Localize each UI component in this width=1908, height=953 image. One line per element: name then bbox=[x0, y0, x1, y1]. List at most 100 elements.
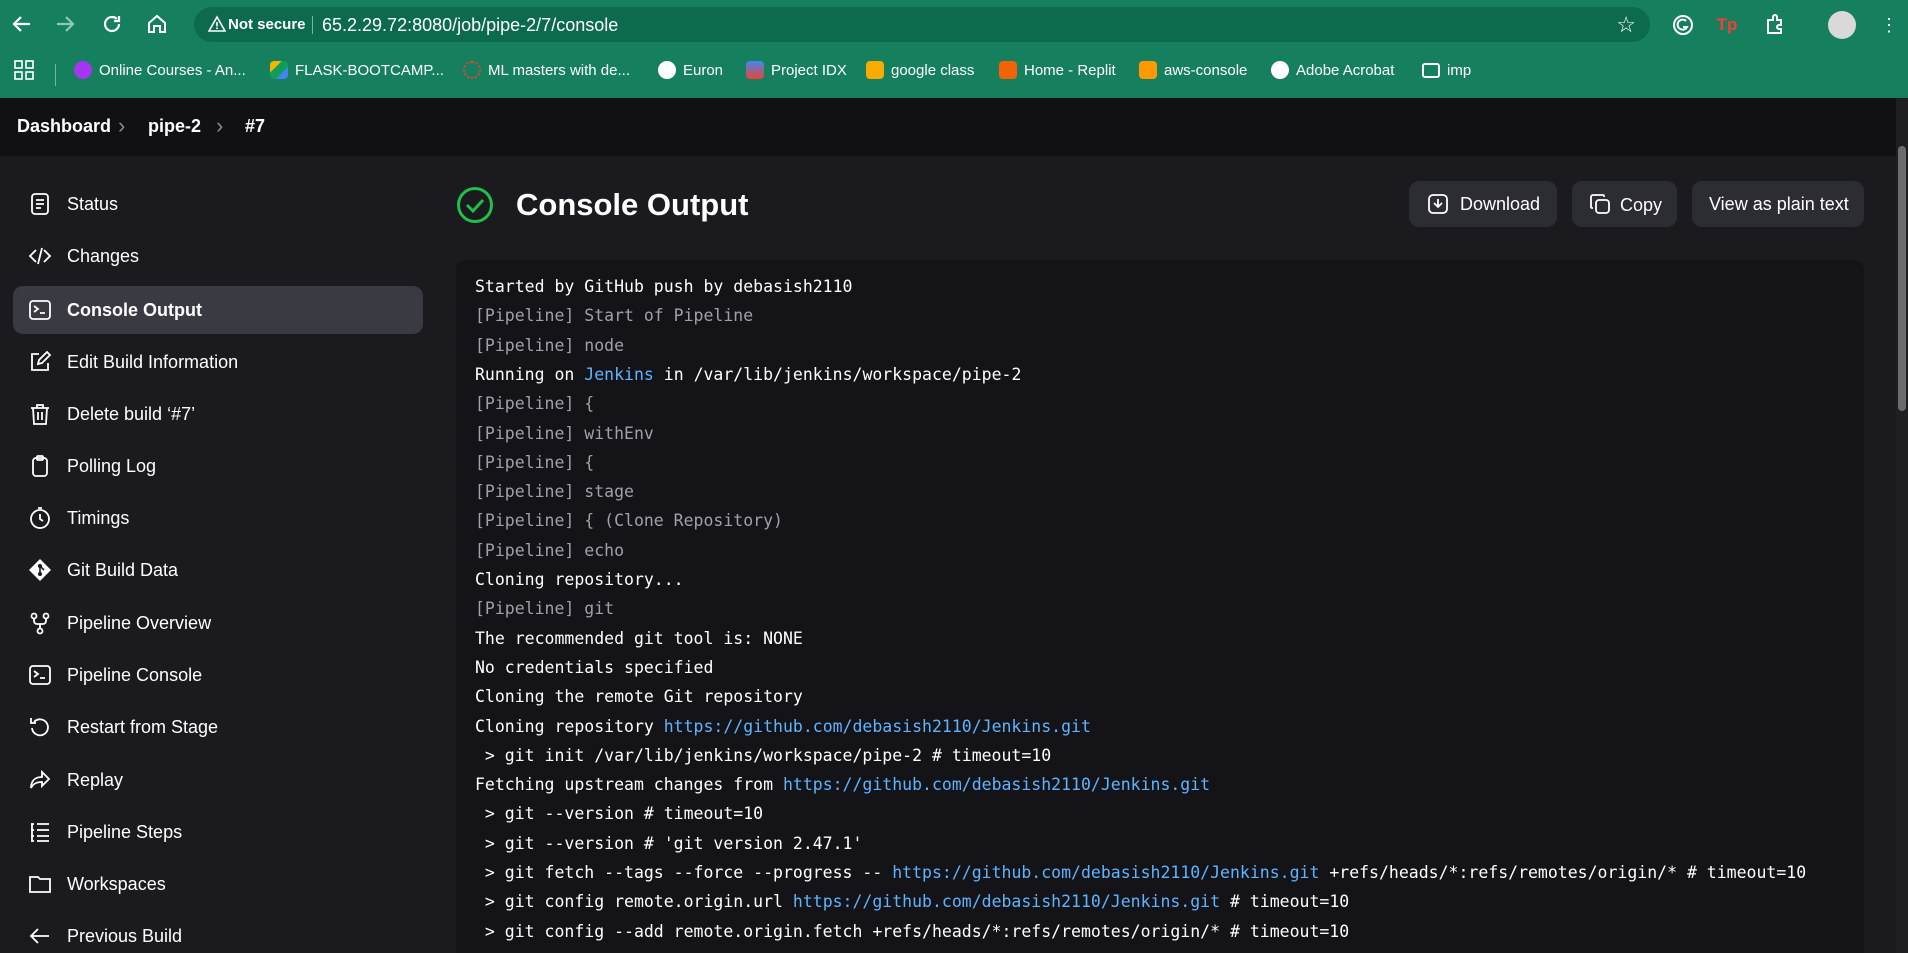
sidebar-item-label: Restart from Stage bbox=[67, 717, 219, 737]
console-line: [Pipeline] withEnv bbox=[475, 424, 654, 446]
console-text: Cloning repository... bbox=[475, 570, 684, 589]
console-text: [Pipeline] { (Clone Repository) bbox=[475, 511, 783, 531]
profile-avatar[interactable] bbox=[1828, 11, 1856, 39]
bookmark-label: Online Courses - An... bbox=[99, 61, 246, 79]
console-line: [Pipeline] git bbox=[475, 599, 614, 621]
reload-icon[interactable] bbox=[100, 12, 124, 36]
bookmark-label: Adobe Acrobat bbox=[1296, 61, 1395, 79]
sidebar-item-git-build-data[interactable]: Git Build Data bbox=[13, 546, 423, 594]
download-label: Download bbox=[1460, 194, 1541, 214]
extensions-puzzle-icon[interactable] bbox=[1762, 12, 1788, 38]
replay-icon bbox=[30, 769, 51, 789]
breadcrumb-job[interactable]: pipe-2 bbox=[148, 116, 201, 137]
console-line: > git config remote.origin.url https://g… bbox=[475, 892, 1349, 914]
url-text[interactable]: 65.2.29.72:8080/job/pipe-2/7/console bbox=[322, 15, 618, 36]
sidebar-item-pipeline-overview[interactable]: Pipeline Overview bbox=[13, 599, 423, 647]
console-line: Running on Jenkins in /var/lib/jenkins/w… bbox=[475, 365, 1021, 387]
console-line: > git config --add remote.origin.fetch +… bbox=[475, 922, 1349, 944]
sidebar-item-pipeline-steps[interactable]: Pipeline Steps bbox=[13, 808, 423, 856]
star-icon[interactable]: ☆ bbox=[1616, 12, 1636, 38]
divider bbox=[312, 16, 313, 34]
breadcrumb-dashboard[interactable]: Dashboard bbox=[17, 116, 111, 137]
console-text: Cloning the remote Git repository bbox=[475, 687, 803, 707]
sidebar-item-pipeline-console[interactable]: Pipeline Console bbox=[13, 651, 423, 699]
folder-icon bbox=[29, 876, 51, 893]
console-line: [Pipeline] { bbox=[475, 394, 594, 416]
console-text: [Pipeline] echo bbox=[475, 540, 625, 560]
console-link[interactable]: https://github.com/debasish2110/Jenkins.… bbox=[783, 775, 1210, 794]
sidebar-item-status[interactable]: Status bbox=[13, 180, 423, 228]
bookmark-adobe-acrobat[interactable]: Adobe Acrobat bbox=[1271, 58, 1394, 82]
chevron-right-icon: › bbox=[118, 113, 126, 138]
sidebar-item-console-output[interactable]: Console Output bbox=[13, 286, 423, 334]
security-label[interactable]: Not secure bbox=[228, 16, 306, 33]
browser-nav-bar: Not secure 65.2.29.72:8080/job/pipe-2/7/… bbox=[0, 0, 1908, 48]
forward-arrow-icon[interactable] bbox=[53, 12, 77, 36]
terminal-icon bbox=[29, 665, 51, 685]
sidebar-item-label: Timings bbox=[67, 508, 130, 528]
console-text: The recommended git tool is: NONE bbox=[475, 628, 803, 648]
bookmark-flask-bootcamp[interactable]: FLASK-BOOTCAMP... bbox=[270, 58, 444, 82]
bookmark-folder-imp[interactable]: imp bbox=[1422, 58, 1471, 82]
sidebar-item-delete-build[interactable]: Delete build ‘#7’ bbox=[13, 390, 423, 438]
console-link[interactable]: https://github.com/debasish2110/Jenkins.… bbox=[793, 892, 1220, 911]
sidebar-item-label: Edit Build Information bbox=[67, 352, 239, 372]
chevron-right-icon: › bbox=[216, 113, 224, 138]
console-text: [Pipeline] withEnv bbox=[475, 423, 654, 443]
divider bbox=[55, 64, 56, 86]
menu-icon[interactable]: ⋮ bbox=[1876, 12, 1902, 38]
copy-button[interactable]: Copy bbox=[1572, 181, 1677, 227]
download-button[interactable]: Download bbox=[1409, 181, 1557, 227]
sidebar-item-edit-build-information[interactable]: Edit Build Information bbox=[13, 338, 423, 386]
sidebar-item-previous-build[interactable]: Previous Build bbox=[13, 912, 423, 953]
console-line: [Pipeline] { bbox=[475, 453, 594, 475]
console-text: +refs/heads/*:refs/remotes/origin/* # ti… bbox=[1319, 863, 1807, 882]
console-link[interactable]: https://github.com/debasish2110/Jenkins.… bbox=[664, 717, 1091, 736]
bookmark-google-class[interactable]: google class bbox=[866, 58, 974, 82]
view-as-plain-text-button[interactable]: View as plain text bbox=[1692, 181, 1864, 227]
sidebar-item-label: Polling Log bbox=[67, 456, 157, 476]
sidebar-item-timings[interactable]: Timings bbox=[13, 494, 423, 542]
console-text: > git --version # timeout=10 bbox=[475, 804, 764, 824]
scrollbar-thumb[interactable] bbox=[1898, 146, 1906, 411]
bookmark-ml-masters[interactable]: ML masters with de... bbox=[463, 58, 630, 82]
console-link[interactable]: Jenkins bbox=[584, 365, 654, 384]
breadcrumb-build[interactable]: #7 bbox=[245, 116, 265, 137]
console-line: [Pipeline] { (Clone Repository) bbox=[475, 511, 783, 533]
tp-extension-icon[interactable]: Tp bbox=[1714, 12, 1740, 38]
drive-icon bbox=[270, 61, 288, 79]
bookmark-replit[interactable]: Home - Replit bbox=[999, 58, 1116, 82]
sidebar-item-restart-from-stage[interactable]: Restart from Stage bbox=[13, 703, 423, 751]
console-line: Cloning repository... bbox=[475, 570, 684, 592]
back-arrow-icon[interactable] bbox=[10, 12, 34, 36]
home-icon[interactable] bbox=[145, 12, 169, 36]
console-text: [Pipeline] node bbox=[475, 335, 625, 355]
console-line: No credentials specified bbox=[475, 658, 713, 680]
edit-icon bbox=[31, 350, 52, 371]
address-bar[interactable]: Not secure 65.2.29.72:8080/job/pipe-2/7/… bbox=[194, 7, 1650, 42]
sidebar-item-changes[interactable]: Changes bbox=[13, 232, 423, 280]
bookmark-project-idx[interactable]: Project IDX bbox=[746, 58, 847, 82]
console-link[interactable]: https://github.com/debasish2110/Jenkins.… bbox=[892, 863, 1319, 882]
sidebar-item-polling-log[interactable]: Polling Log bbox=[13, 442, 423, 490]
sidebar-item-label: Workspaces bbox=[67, 874, 166, 894]
sidebar-item-replay[interactable]: Replay bbox=[13, 756, 423, 804]
breadcrumb: Dashboard › pipe-2 › #7 bbox=[0, 98, 1908, 156]
terminal-icon bbox=[29, 300, 51, 320]
sidebar-item-label: Replay bbox=[67, 770, 124, 790]
bookmark-online-courses[interactable]: Online Courses - An... bbox=[74, 58, 246, 82]
grammarly-icon[interactable] bbox=[1670, 12, 1696, 38]
sidebar-item-label: Status bbox=[67, 194, 119, 214]
bookmark-aws-console[interactable]: aws-console bbox=[1139, 58, 1247, 82]
console-text: Cloning repository bbox=[475, 716, 664, 736]
bookmark-label: imp bbox=[1447, 61, 1472, 79]
stopwatch-icon bbox=[30, 507, 50, 529]
bookmark-euron[interactable]: Euron bbox=[658, 58, 723, 82]
apps-grid-icon[interactable] bbox=[14, 58, 34, 82]
view-as-plain-text-label: View as plain text bbox=[1709, 194, 1849, 214]
console-text: # timeout=10 bbox=[1220, 892, 1350, 912]
console-line: > git fetch --tags --force --progress --… bbox=[475, 863, 1806, 885]
scrollbar[interactable] bbox=[1896, 98, 1908, 953]
sidebar-item-workspaces[interactable]: Workspaces bbox=[13, 860, 423, 908]
sidebar-item-label: Previous Build bbox=[67, 926, 183, 946]
